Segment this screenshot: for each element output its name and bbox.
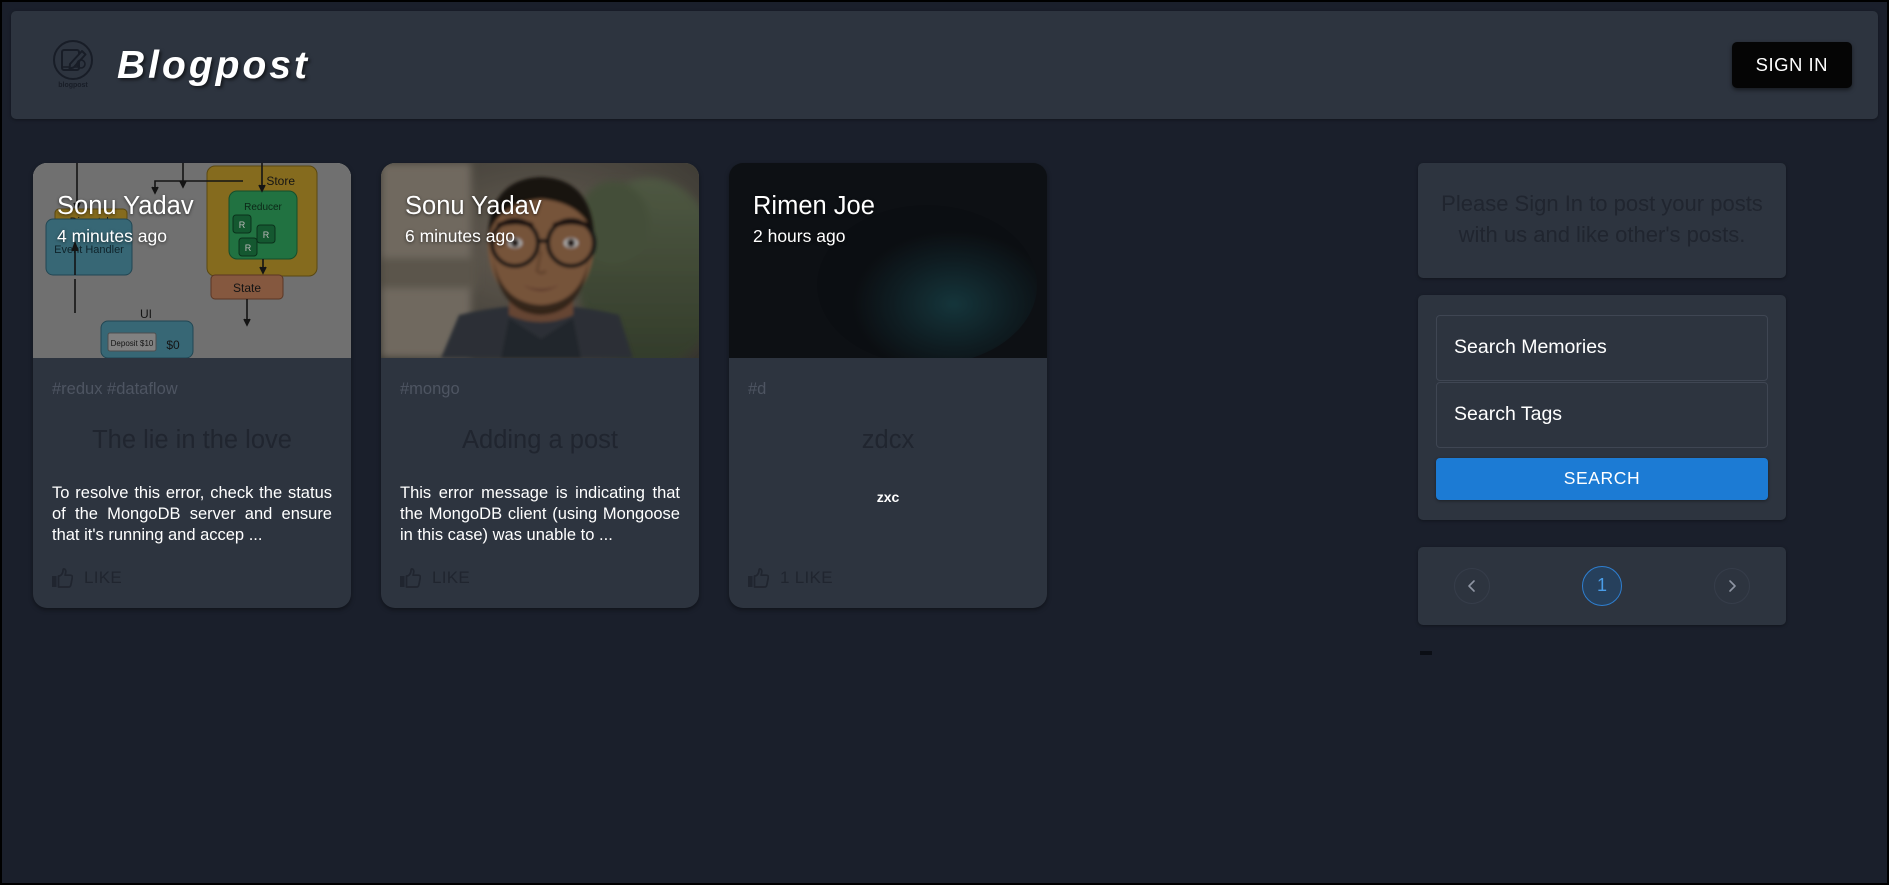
post-time: 6 minutes ago [405,226,515,247]
chevron-left-icon[interactable] [1454,567,1490,604]
svg-text:blogpost: blogpost [58,82,88,89]
like-button[interactable]: LIKE [400,568,471,589]
pagination-stub [1420,650,1432,655]
post-tags: #mongo [400,380,460,398]
page-title: Blogpost [117,43,310,87]
brand[interactable]: blogpost Blogpost [51,39,310,91]
post-time: 4 minutes ago [57,226,167,247]
search-button[interactable]: SEARCH [1436,457,1768,500]
post-message: This error message is indicating that th… [400,483,680,545]
post-media[interactable]: Sonu Yadav 6 minutes ago [381,163,699,358]
post-actions: LIKE [50,546,334,608]
search-panel: SEARCH [1418,294,1786,520]
thumbs-up-icon [400,568,421,589]
post-body: #d zdcx zxc 1 LIKE [729,358,1047,608]
search-input[interactable] [1436,314,1768,381]
post-actions: LIKE [398,546,682,608]
like-button[interactable]: 1 LIKE [748,568,833,589]
post-tags: #redux #dataflow [52,380,178,398]
post-title: The lie in the love [92,426,292,454]
post-message: zxc [876,488,900,505]
chevron-right-icon[interactable] [1714,567,1750,604]
post-time: 2 hours ago [753,226,846,247]
post-author: Sonu Yadav [57,192,194,220]
thumbs-up-icon [748,568,769,589]
like-label: LIKE [432,568,471,588]
post-body: #redux #dataflow The lie in the love To … [33,358,351,608]
post-body: #mongo Adding a post This error message … [381,358,699,608]
sidebar: Please Sign In to post your posts with u… [1402,120,1822,883]
thumbs-up-icon [52,568,73,589]
like-label: 1 LIKE [780,568,833,588]
pagination: 1 [1418,546,1786,625]
post-media[interactable]: Store Reducer R R R State Event Handler … [33,163,351,358]
post-title: Adding a post [462,426,618,454]
main-content: Store Reducer R R R State Event Handler … [2,120,1887,883]
post-card[interactable]: Store Reducer R R R State Event Handler … [33,163,351,609]
like-label: LIKE [84,568,123,588]
post-author: Rimen Joe [753,192,875,220]
signin-notice: Please Sign In to post your posts with u… [1418,163,1786,278]
posts-grid: Store Reducer R R R State Event Handler … [2,120,1402,883]
post-meta: Rimen Joe 2 hours ago [753,191,875,247]
blogpost-notebook-pen-icon: blogpost [51,39,95,91]
post-meta: Sonu Yadav 4 minutes ago [57,191,194,247]
post-media[interactable]: Rimen Joe 2 hours ago [729,163,1047,358]
post-meta: Sonu Yadav 6 minutes ago [405,191,542,247]
signin-button[interactable]: SIGN IN [1731,42,1852,88]
post-card[interactable]: Rimen Joe 2 hours ago #d zdcx zxc 1 LIKE [729,163,1047,609]
app-root: blogpost Blogpost SIGN IN Store Reducer … [2,2,1887,883]
page-number-button[interactable]: 1 [1582,565,1622,606]
app-header: blogpost Blogpost SIGN IN [11,11,1878,119]
like-button[interactable]: LIKE [52,568,123,589]
post-card[interactable]: Sonu Yadav 6 minutes ago #mongo Adding a… [381,163,699,609]
post-author: Sonu Yadav [405,192,542,220]
post-message: To resolve this error, check the status … [52,483,332,545]
post-actions: 1 LIKE [746,546,1030,608]
post-tags: #d [748,380,767,398]
post-title: zdcx [861,426,915,454]
search-tags-input[interactable] [1436,381,1768,448]
